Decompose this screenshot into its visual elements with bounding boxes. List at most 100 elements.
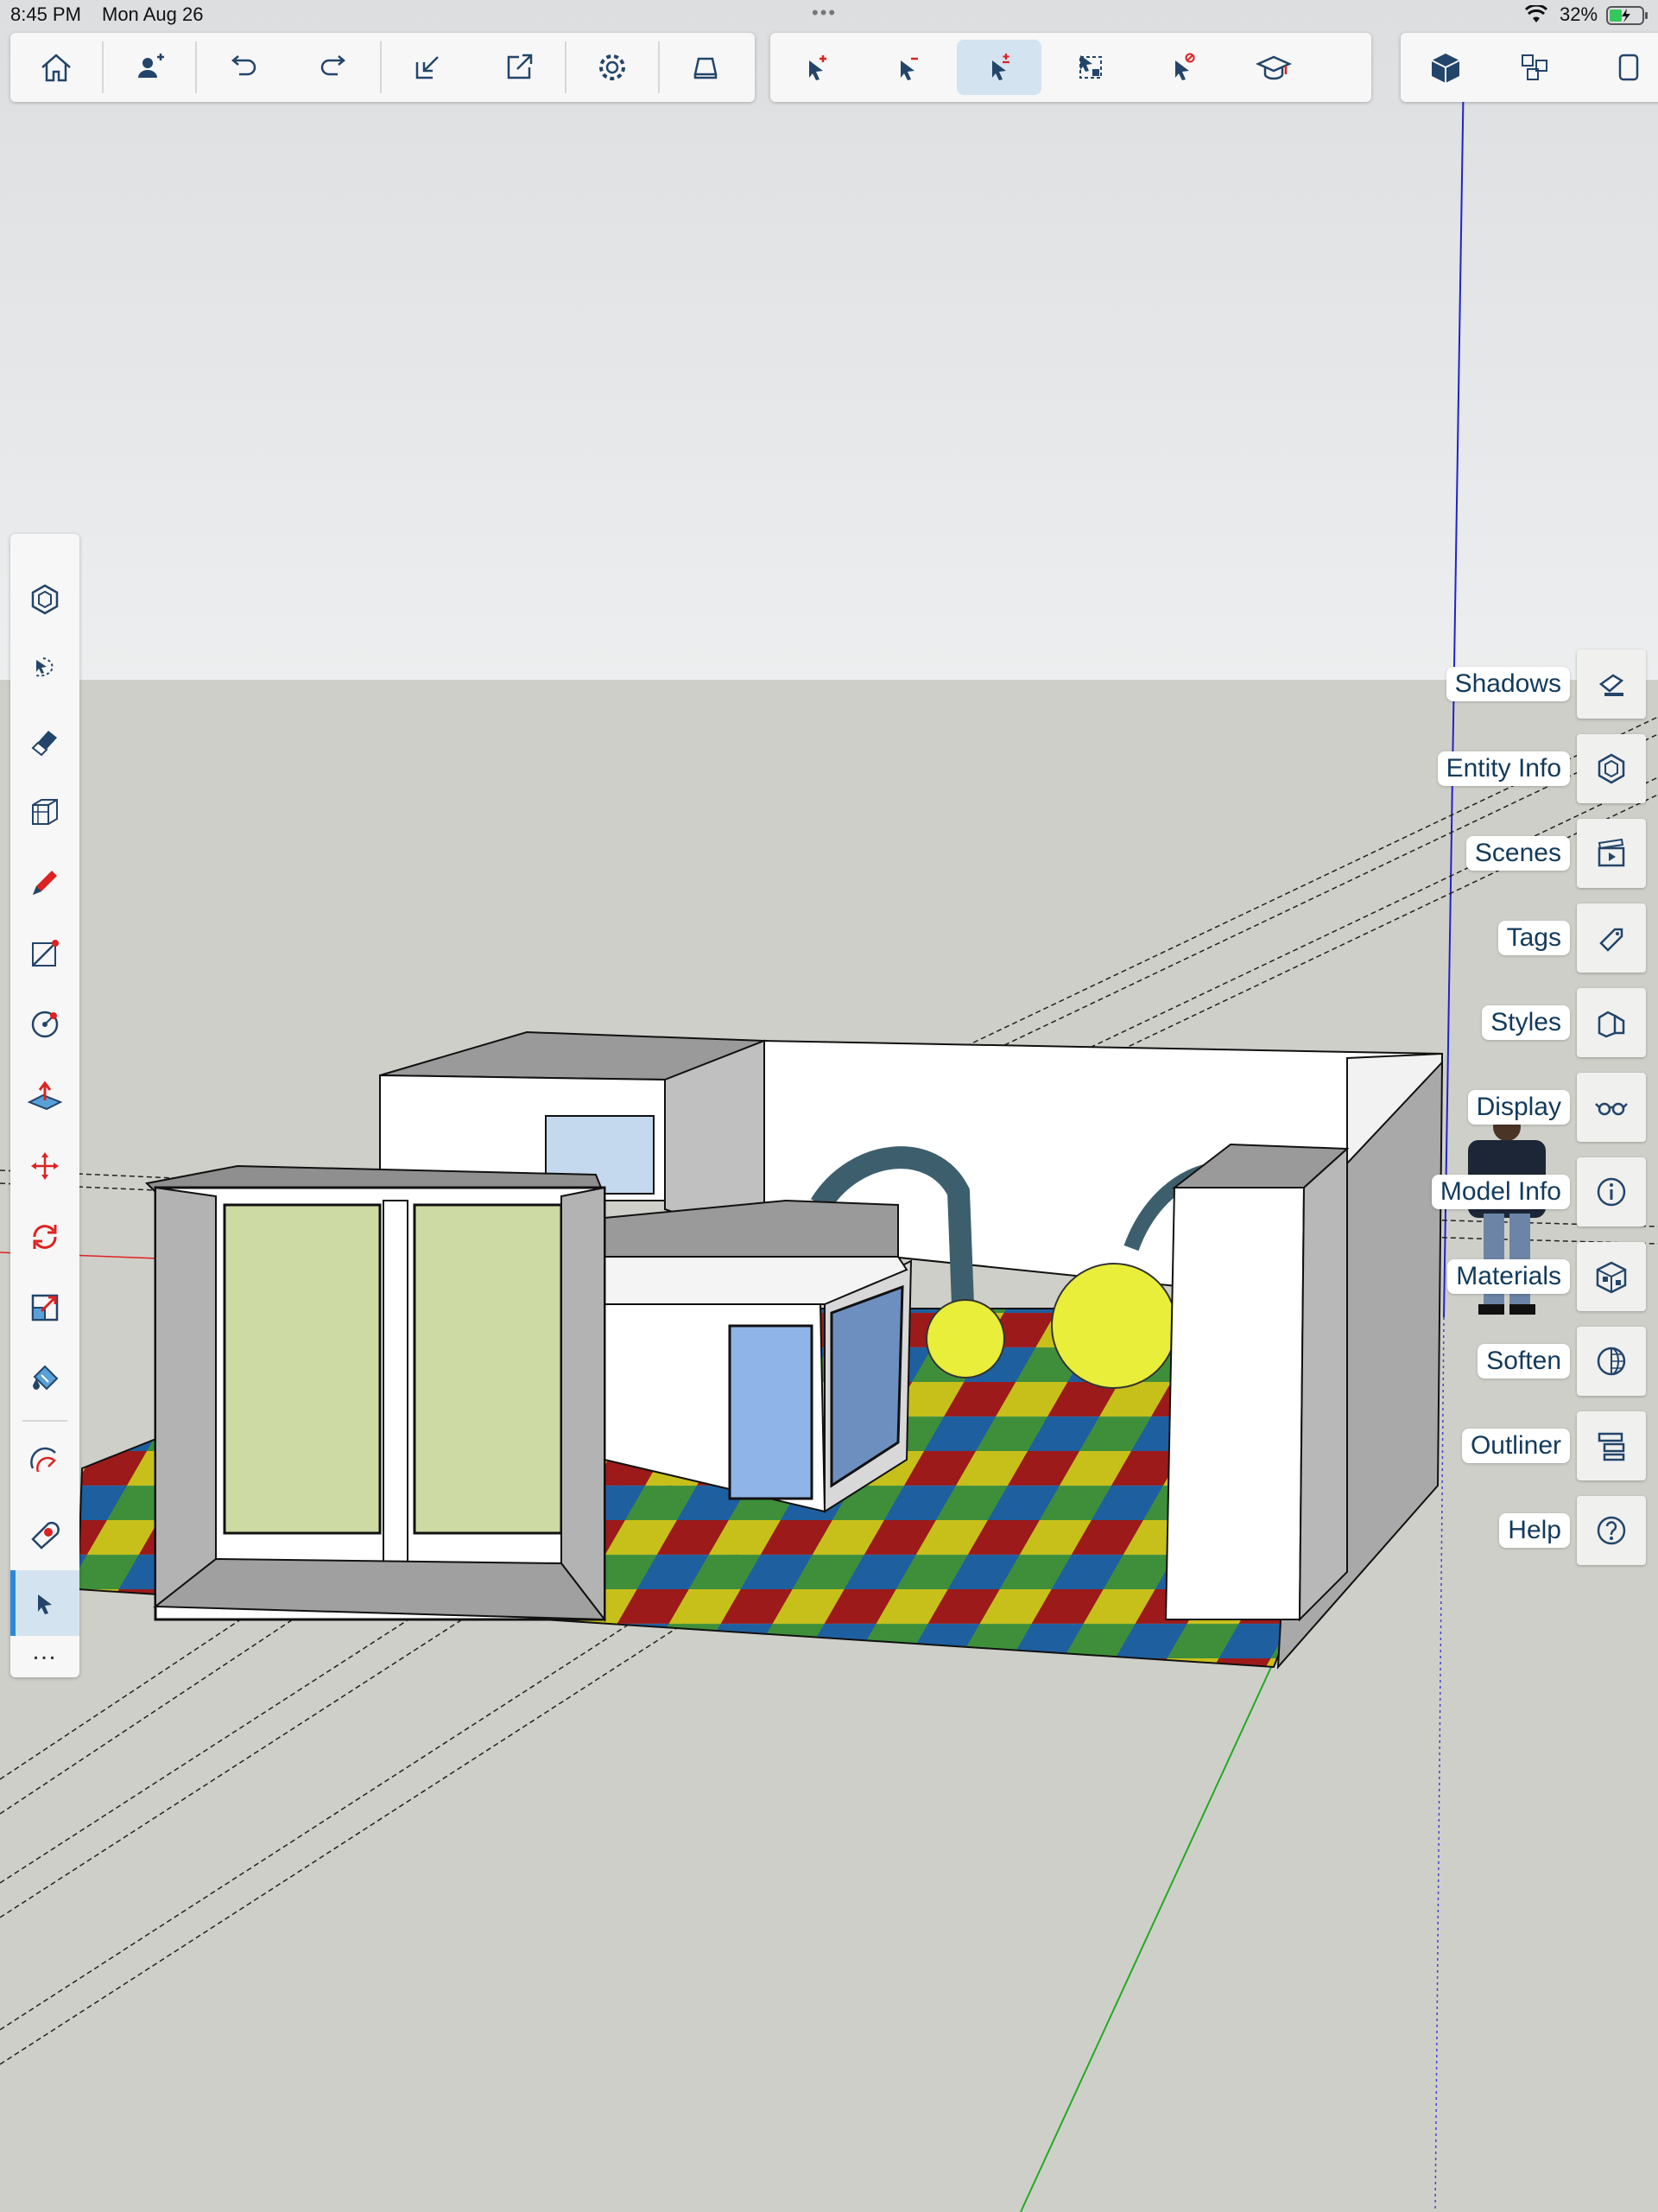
tool-lasso-select[interactable] — [10, 637, 79, 703]
export-button[interactable] — [473, 33, 565, 102]
model-viewport[interactable] — [0, 0, 1658, 2212]
entity-info-icon — [1598, 753, 1625, 784]
cabinet-divider — [383, 1200, 408, 1564]
panel-label-soften[interactable]: Soften — [1478, 1344, 1570, 1379]
cabinet-side-left — [155, 1186, 217, 1609]
battery-icon — [1606, 6, 1648, 25]
toolbar-selection — [770, 33, 1371, 102]
tool-pencil[interactable] — [10, 850, 79, 916]
left-toolbar: … — [10, 534, 79, 1677]
cabinet-glass-right — [413, 1203, 563, 1535]
panel-button-model-info[interactable] — [1577, 1157, 1646, 1226]
panel-button-entity-info[interactable] — [1577, 734, 1646, 803]
select-toggle-button[interactable] — [953, 33, 1045, 102]
select-none-button[interactable] — [1136, 33, 1228, 102]
select-add-button[interactable] — [770, 33, 862, 102]
panel-label-help[interactable]: Help — [1499, 1513, 1570, 1548]
home-icon — [41, 54, 71, 82]
box-icon — [32, 799, 58, 825]
select-subtract-icon — [901, 57, 918, 80]
import-button[interactable] — [382, 33, 473, 102]
tags-icon — [1599, 928, 1623, 952]
panel-label-entity-info[interactable]: Entity Info — [1437, 751, 1570, 786]
shadows-icon — [1598, 674, 1624, 696]
panel-label-outliner[interactable]: Outliner — [1461, 1429, 1570, 1463]
tool-push-pull[interactable] — [10, 1062, 79, 1128]
tool-line[interactable] — [10, 921, 79, 986]
3d-warehouse-button[interactable] — [1401, 33, 1490, 102]
tool-tape-measure[interactable] — [10, 1499, 79, 1565]
panel-button-tags[interactable] — [1577, 903, 1646, 973]
tool-offset[interactable] — [10, 1429, 79, 1494]
display-icon — [1595, 1102, 1628, 1116]
tool-rotate[interactable] — [10, 1204, 79, 1270]
more-toolbar-button[interactable] — [1579, 33, 1658, 102]
view-button[interactable] — [660, 33, 751, 102]
toolbar-main — [10, 33, 755, 102]
panel-button-soften[interactable] — [1577, 1327, 1646, 1396]
yellow-ball-small — [926, 1299, 1005, 1379]
soften-icon — [1597, 1347, 1626, 1376]
panel-button-outliner[interactable] — [1577, 1411, 1646, 1480]
display-window — [728, 1324, 813, 1500]
panel-button-display[interactable] — [1577, 1073, 1646, 1142]
pencil-icon — [33, 871, 57, 895]
left-toolbar-divider — [22, 1420, 67, 1422]
tool-eraser[interactable] — [10, 708, 79, 774]
panel-label-scenes[interactable]: Scenes — [1465, 836, 1570, 871]
wifi-icon — [1525, 5, 1547, 22]
panel-label-model-info[interactable]: Model Info — [1431, 1175, 1570, 1209]
learn-icon — [1255, 55, 1293, 80]
panel-button-styles[interactable] — [1577, 988, 1646, 1057]
tool-more[interactable]: … — [10, 1624, 79, 1689]
3d-warehouse-icon — [1431, 54, 1460, 83]
tool-paint[interactable] — [10, 1346, 79, 1411]
select-subtract-button[interactable] — [862, 33, 953, 102]
cabinet-glass-left — [223, 1203, 382, 1535]
middle-block-top — [604, 1199, 899, 1258]
panel-button-help[interactable] — [1577, 1496, 1646, 1565]
cabinet-side-right — [560, 1186, 605, 1622]
learn-button[interactable] — [1228, 33, 1319, 102]
panel-label-shadows[interactable]: Shadows — [1446, 667, 1570, 701]
redo-button[interactable] — [288, 33, 380, 102]
status-time: 8:45 PM — [10, 3, 81, 25]
tool-box[interactable] — [10, 779, 79, 845]
panel-button-shadows[interactable] — [1577, 650, 1646, 719]
panel-label-display[interactable]: Display — [1467, 1090, 1570, 1125]
battery-percent: 32% — [1560, 3, 1598, 25]
panel-button-scenes[interactable] — [1577, 819, 1646, 888]
panel-button-materials[interactable] — [1577, 1242, 1646, 1311]
select-icon — [38, 1594, 52, 1614]
undo-icon — [231, 55, 256, 76]
multitask-dots[interactable]: ••• — [812, 2, 837, 24]
push-pull-icon — [27, 1081, 63, 1111]
scale-icon — [31, 1294, 59, 1321]
panel-label-styles[interactable]: Styles — [1482, 1005, 1570, 1040]
home-button[interactable] — [10, 33, 102, 102]
tool-orbit[interactable] — [10, 567, 79, 632]
materials-icon — [1596, 1261, 1627, 1294]
tool-move[interactable] — [10, 1133, 79, 1199]
components-button[interactable] — [1490, 33, 1579, 102]
panel-label-materials[interactable]: Materials — [1447, 1259, 1570, 1294]
more-tools-label: … — [31, 1637, 59, 1665]
tool-circle[interactable] — [10, 992, 79, 1057]
settings-icon — [599, 54, 625, 80]
components-icon — [1521, 54, 1547, 80]
more-icon — [1619, 54, 1639, 81]
select-grid-button[interactable] — [1045, 33, 1136, 102]
add-collaborator-icon — [138, 54, 164, 78]
undo-button[interactable] — [197, 33, 288, 102]
select-grid-icon — [1079, 55, 1102, 79]
panel-label-tags[interactable]: Tags — [1497, 921, 1570, 955]
settings-button[interactable] — [566, 33, 658, 102]
line-icon — [32, 940, 59, 967]
add-collaborator-button[interactable] — [104, 33, 195, 102]
yellow-ball-large — [1051, 1263, 1177, 1389]
tool-scale[interactable] — [10, 1275, 79, 1341]
model-info-icon — [1597, 1177, 1626, 1207]
paint-icon — [33, 1365, 59, 1391]
redo-icon — [320, 55, 345, 76]
lasso-select-icon — [35, 657, 54, 677]
